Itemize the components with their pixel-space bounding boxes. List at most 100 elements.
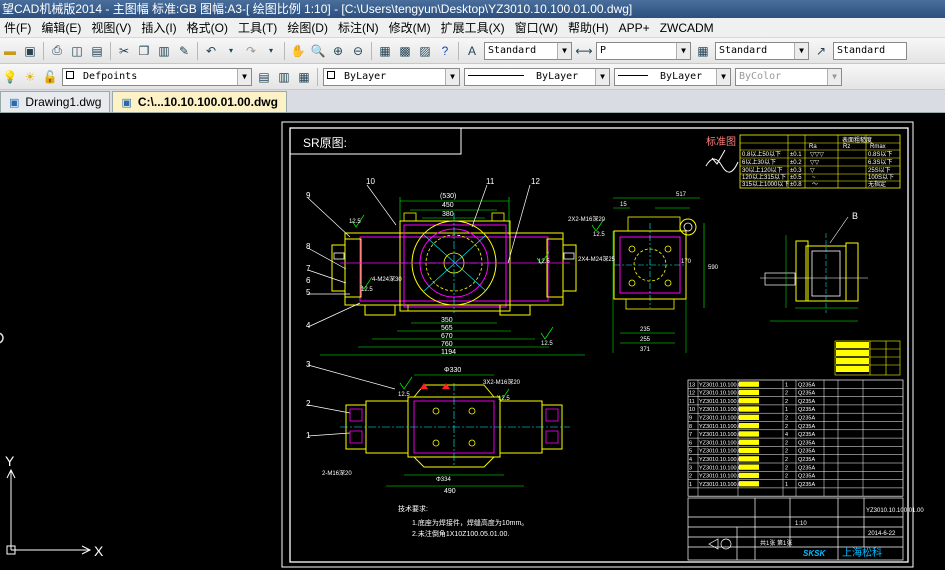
window-title: 望CAD机械版2014 - 主图幅 标准:GB 图幅:A3-[ 绘图比例 1:1… bbox=[2, 2, 633, 16]
tab-drawing1[interactable]: ▣ Drawing1.dwg bbox=[0, 91, 111, 112]
text-style-select[interactable]: Standard ▼ bbox=[484, 41, 572, 60]
front-view: (530) 450 380 350 565 670 760 1194 4-M24… bbox=[320, 193, 585, 356]
menu-app-plus[interactable]: APP+ bbox=[615, 21, 656, 35]
roughness-cell: 315以上1000以下 bbox=[742, 180, 789, 188]
menu-zwcadm[interactable]: ZWCADM bbox=[656, 21, 720, 35]
menu-file[interactable]: 件(F) bbox=[0, 19, 37, 36]
layer-freeze-icon[interactable]: ☀ bbox=[21, 68, 39, 86]
navigation-wheel-icon[interactable] bbox=[0, 332, 4, 344]
roughness-cell: ▽▽▽ bbox=[810, 152, 824, 158]
bom-cell: 2 bbox=[785, 465, 788, 471]
bom-cell: Q235A bbox=[798, 391, 815, 397]
save-icon[interactable]: ▣ bbox=[21, 42, 39, 60]
properties-icon[interactable]: ▦ bbox=[376, 42, 394, 60]
bom-cell: Q235A bbox=[798, 416, 815, 422]
dimension-text: 450 bbox=[442, 202, 454, 209]
menu-insert[interactable]: 插入(I) bbox=[137, 19, 182, 36]
toolbar-separator bbox=[371, 41, 372, 60]
dimension-text: 235 bbox=[640, 327, 651, 333]
table-style-select[interactable]: Standard ▼ bbox=[715, 41, 809, 60]
roughness-header: Rz bbox=[843, 144, 850, 150]
menu-dimension[interactable]: 标注(N) bbox=[334, 19, 385, 36]
bom-cell: 11 bbox=[689, 399, 695, 405]
bom-cell: 9 bbox=[689, 416, 692, 422]
top-view: Φ330 Φ334 490 3X2-M16深20 2-M16深20 bbox=[322, 367, 570, 495]
dim-style-select[interactable]: P ▼ bbox=[596, 41, 691, 60]
bom-name-highlight bbox=[739, 431, 759, 437]
roughness-cell: ▽▽ bbox=[810, 160, 820, 166]
sheet-border bbox=[281, 121, 914, 568]
ucs-x-label: X bbox=[94, 543, 104, 559]
bom-cell: 2 bbox=[785, 416, 788, 422]
roughness-cell: ~ bbox=[812, 175, 816, 181]
drawing-canvas[interactable]: Y X SR原图: 标准图 表面粗糙度 Ra Rz Rmax 0.8以上50以下… bbox=[0, 113, 945, 570]
redo-dropdown-icon[interactable]: ▾ bbox=[262, 42, 280, 60]
layer-manager-icon[interactable]: ▤ bbox=[255, 68, 273, 86]
print-preview-icon[interactable]: ◫ bbox=[68, 42, 86, 60]
paste-icon[interactable]: ▥ bbox=[155, 42, 173, 60]
undo-dropdown-icon[interactable]: ▾ bbox=[222, 42, 240, 60]
bom-cell: 10 bbox=[689, 407, 695, 413]
menu-edit[interactable]: 编辑(E) bbox=[37, 19, 87, 36]
bom-cell: Q235A bbox=[798, 465, 815, 471]
roughness-cell: ±0.5 bbox=[790, 175, 802, 181]
design-center-icon[interactable]: ▩ bbox=[396, 42, 414, 60]
publish-icon[interactable]: ▤ bbox=[88, 42, 106, 60]
lineweight-select[interactable]: ByLayer ▼ bbox=[614, 67, 731, 86]
color-select[interactable]: ByLayer ▼ bbox=[323, 67, 460, 86]
dimension-text: 3X2-M16深20 bbox=[483, 378, 521, 386]
menu-modify[interactable]: 修改(M) bbox=[385, 19, 437, 36]
cut-icon[interactable]: ✂ bbox=[115, 42, 133, 60]
zoom-realtime-icon[interactable]: 🔍 bbox=[309, 42, 327, 60]
copy-icon[interactable]: ❐ bbox=[135, 42, 153, 60]
layer-select[interactable]: Defpoints ▼ bbox=[62, 67, 252, 86]
multileader-style-select[interactable]: Standard bbox=[833, 41, 907, 60]
roughness-cell: 0.8以上50以下 bbox=[742, 150, 781, 158]
drawing-date: 2014-6-22 bbox=[868, 531, 896, 537]
linetype-select[interactable]: ByLayer ▼ bbox=[464, 67, 610, 86]
make-object-layer-current-icon[interactable]: ▥ bbox=[275, 68, 293, 86]
chevron-down-icon: ▼ bbox=[676, 42, 690, 59]
layer-on-icon[interactable]: 💡 bbox=[1, 68, 19, 86]
text-style-value: Standard bbox=[488, 44, 537, 56]
menu-tools[interactable]: 工具(T) bbox=[234, 19, 283, 36]
bom-name-highlight bbox=[739, 398, 759, 404]
print-icon[interactable]: ⎙ bbox=[48, 42, 66, 60]
pan-icon[interactable]: ✋ bbox=[289, 42, 307, 60]
tool-palette-icon[interactable]: ▨ bbox=[416, 42, 434, 60]
chevron-down-icon: ▼ bbox=[237, 68, 251, 85]
zoom-previous-icon[interactable]: ⊖ bbox=[349, 42, 367, 60]
dimension-text: 760 bbox=[441, 341, 453, 348]
menu-help[interactable]: 帮助(H) bbox=[564, 19, 615, 36]
cad-drawing: Y X SR原图: 标准图 表面粗糙度 Ra Rz Rmax 0.8以上50以下… bbox=[0, 121, 924, 568]
roughness-wave-icon bbox=[705, 158, 739, 173]
menu-express-tools[interactable]: 扩展工具(X) bbox=[437, 19, 511, 36]
balloon-label: 4 bbox=[306, 321, 311, 330]
roughness-value: 12.5 bbox=[349, 219, 361, 225]
menu-format[interactable]: 格式(O) bbox=[183, 19, 234, 36]
tab-current-drawing[interactable]: ▣ C:\...10.10.100.01.00.dwg bbox=[112, 91, 287, 112]
layer-previous-icon[interactable]: ▦ bbox=[295, 68, 313, 86]
bom-cell: Q235A bbox=[798, 482, 815, 488]
help-icon[interactable]: ? bbox=[436, 42, 454, 60]
undo-icon[interactable]: ↶ bbox=[202, 42, 220, 60]
roughness-value: 12.5 bbox=[361, 287, 373, 293]
dimension-text: Φ330 bbox=[444, 367, 461, 374]
chevron-down-icon: ▼ bbox=[827, 68, 841, 85]
menu-view[interactable]: 视图(V) bbox=[87, 19, 137, 36]
redo-icon[interactable]: ↷ bbox=[242, 42, 260, 60]
layer-lock-icon[interactable]: 🔓 bbox=[41, 68, 59, 86]
roughness-cell: 6.3S以下 bbox=[868, 159, 892, 166]
roughness-cell: ±0.2 bbox=[790, 160, 802, 166]
plotstyle-select[interactable]: ByColor ▼ bbox=[735, 67, 842, 86]
match-properties-icon[interactable]: ✎ bbox=[175, 42, 193, 60]
open-icon[interactable]: ▬ bbox=[1, 42, 19, 60]
dimension-text: (530) bbox=[440, 193, 456, 200]
bom-cell: 1 bbox=[785, 382, 788, 388]
layer-value: Defpoints bbox=[83, 70, 138, 82]
menu-draw[interactable]: 绘图(D) bbox=[283, 19, 334, 36]
bom-cell: 5 bbox=[689, 449, 692, 455]
bom-name-highlight bbox=[739, 464, 759, 470]
menu-window[interactable]: 窗口(W) bbox=[511, 19, 564, 36]
zoom-window-icon[interactable]: ⊕ bbox=[329, 42, 347, 60]
